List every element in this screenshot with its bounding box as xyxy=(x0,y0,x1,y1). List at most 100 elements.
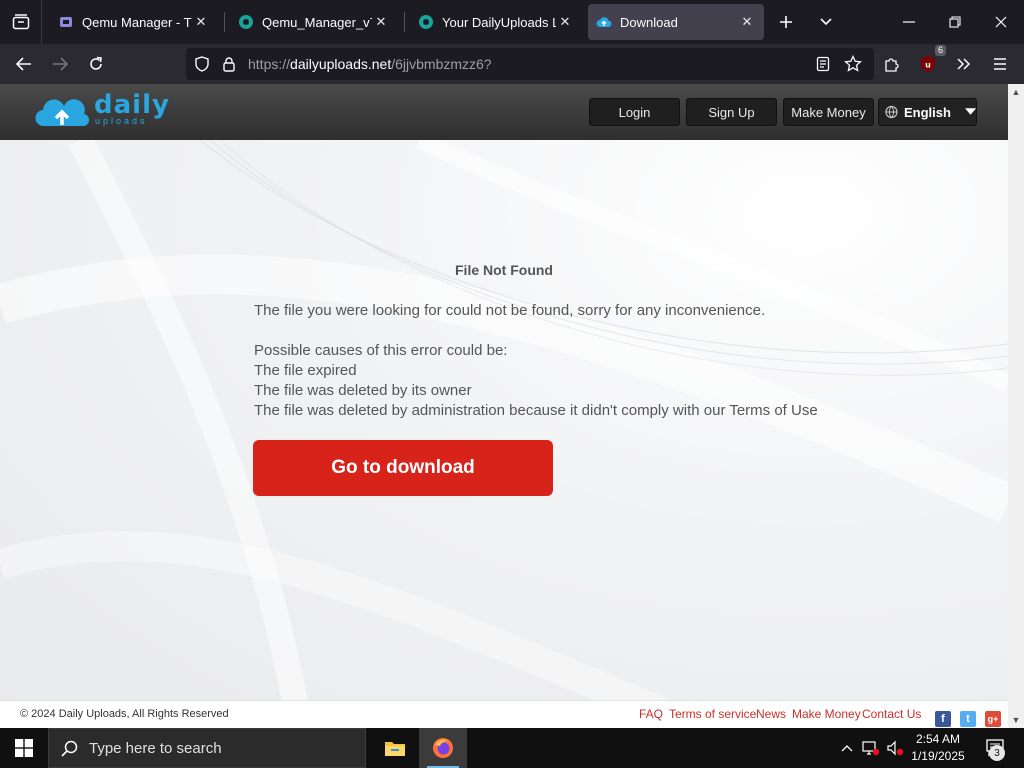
puzzle-piece-icon xyxy=(885,58,899,72)
close-tab-icon[interactable]: ✕ xyxy=(738,14,756,30)
gear-icon xyxy=(238,14,254,30)
reader-view-icon[interactable] xyxy=(816,56,830,77)
tab-list-button[interactable] xyxy=(0,0,42,44)
web-page: daily uploads Login Sign Up Make Money E… xyxy=(0,84,1008,728)
firefox-icon xyxy=(433,738,453,758)
facebook-icon[interactable]: f xyxy=(935,711,951,727)
url-text[interactable]: https://dailyuploads.net/6jjvbmbzmzz6? xyxy=(248,56,492,72)
plus-icon xyxy=(780,16,792,28)
network-disconnected-icon xyxy=(862,741,880,756)
dailyuploads-logo[interactable]: daily uploads xyxy=(34,90,169,130)
reload-icon xyxy=(90,56,102,70)
folder-icon xyxy=(385,742,405,756)
close-tab-icon[interactable]: ✕ xyxy=(372,14,390,30)
app-menu-button[interactable] xyxy=(984,48,1016,80)
lock-icon[interactable] xyxy=(222,56,236,77)
logo-subtext: uploads xyxy=(95,116,148,126)
language-label: English xyxy=(903,104,951,120)
globe-icon xyxy=(885,105,898,119)
extensions-button[interactable] xyxy=(876,48,908,80)
taskbar-firefox[interactable] xyxy=(419,728,467,768)
system-clock[interactable]: 2:54 AM 1/19/2025 xyxy=(906,731,970,765)
hamburger-menu-icon xyxy=(994,58,1006,70)
url-path: /6jjvbmbzmzz6? xyxy=(391,56,492,72)
volume-tray-button[interactable] xyxy=(884,728,906,768)
search-placeholder: Type here to search xyxy=(89,740,222,757)
make-money-button[interactable]: Make Money xyxy=(783,98,874,126)
volume-muted-icon xyxy=(887,740,904,756)
show-hidden-icons-button[interactable] xyxy=(838,728,856,768)
twitter-icon[interactable]: t xyxy=(960,711,976,727)
gear-icon xyxy=(418,14,434,30)
error-message: The file you were looking for could not … xyxy=(254,302,766,319)
double-chevron-right-icon xyxy=(957,58,971,70)
tab-qemu-zip[interactable]: Qemu_Manager_v7.0.zi ✕ xyxy=(230,4,398,40)
language-selector[interactable]: English xyxy=(878,98,977,126)
url-scheme: https:// xyxy=(248,56,291,72)
start-button[interactable] xyxy=(0,728,48,768)
close-icon xyxy=(995,16,1007,28)
footer-link-faq[interactable]: FAQ xyxy=(639,707,663,721)
restore-button[interactable] xyxy=(937,0,973,44)
arrow-right-icon xyxy=(53,57,68,71)
scroll-down-arrow-icon[interactable]: ▼ xyxy=(1008,712,1024,728)
cloud-icon xyxy=(596,14,612,30)
new-tab-button[interactable] xyxy=(768,0,804,44)
svg-text:u: u xyxy=(925,61,931,70)
tab-title: Qemu_Manager_v7.0.zi xyxy=(262,14,372,30)
footer-link-news[interactable]: News xyxy=(756,707,786,721)
footer-link-contact[interactable]: Contact Us xyxy=(862,707,921,721)
login-button[interactable]: Login xyxy=(589,98,680,126)
taskbar-file-explorer[interactable] xyxy=(371,728,419,768)
url-host: dailyuploads.net xyxy=(290,56,392,72)
network-tray-button[interactable] xyxy=(860,728,882,768)
reload-button[interactable] xyxy=(80,48,112,80)
tab-dailyuploads-link[interactable]: Your DailyUploads Link ✕ xyxy=(410,4,582,40)
tab-qemu-manager[interactable]: Qemu Manager - The F ✕ xyxy=(50,4,218,40)
chevron-down-icon xyxy=(820,18,832,26)
notification-count-badge: 3 xyxy=(989,745,1005,761)
action-center-button[interactable]: 3 xyxy=(976,728,1016,768)
signup-button[interactable]: Sign Up xyxy=(686,98,777,126)
taskbar-search-box[interactable]: Type here to search xyxy=(48,728,366,768)
scroll-up-arrow-icon[interactable]: ▲ xyxy=(1008,84,1024,100)
page-scrollbar[interactable]: ▲ ▼ xyxy=(1008,84,1024,728)
cause-item: The file was deleted by administration b… xyxy=(254,402,818,419)
ublock-origin-button[interactable]: u 6 xyxy=(912,45,946,80)
go-to-download-button[interactable]: Go to download xyxy=(253,440,553,496)
google-plus-icon[interactable]: g+ xyxy=(985,711,1001,727)
minimize-icon xyxy=(903,21,915,23)
tab-list-icon xyxy=(12,14,29,30)
tab-title: Your DailyUploads Link xyxy=(442,14,556,30)
ublock-shield-icon: u xyxy=(921,56,935,72)
browser-tab-strip: Qemu Manager - The F ✕ Qemu_Manager_v7.0… xyxy=(0,0,1024,44)
shield-icon[interactable] xyxy=(194,56,210,77)
restore-icon xyxy=(949,16,961,28)
minimize-button[interactable] xyxy=(891,0,927,44)
copyright-text: © 2024 Daily Uploads, All Rights Reserve… xyxy=(20,708,229,720)
error-title: File Not Found xyxy=(455,262,553,278)
more-tools-button[interactable] xyxy=(948,48,980,80)
close-window-button[interactable] xyxy=(983,0,1019,44)
bookmark-star-icon[interactable] xyxy=(844,54,862,78)
footer-link-terms[interactable]: Terms of service xyxy=(669,707,756,721)
tab-download[interactable]: Download ✕ xyxy=(588,4,764,40)
tab-title: Download xyxy=(620,14,678,30)
address-bar[interactable]: https://dailyuploads.net/6jjvbmbzmzz6? xyxy=(186,48,874,80)
causes-heading: Possible causes of this error could be: xyxy=(254,342,508,359)
close-tab-icon[interactable]: ✕ xyxy=(556,14,574,30)
footer-link-make-money[interactable]: Make Money xyxy=(792,707,861,721)
list-all-tabs-button[interactable] xyxy=(808,0,844,44)
forward-button[interactable] xyxy=(44,48,76,80)
puzzle-icon xyxy=(58,14,74,30)
tab-title: Qemu Manager - The F xyxy=(82,14,192,30)
chevron-up-icon xyxy=(841,745,853,752)
windows-taskbar: Type here to search 2:54 AM 1/19/2025 3 xyxy=(0,728,1024,768)
windows-logo-icon xyxy=(15,739,33,757)
arrow-left-icon xyxy=(16,57,31,71)
close-tab-icon[interactable]: ✕ xyxy=(192,14,210,30)
blocked-count-badge: 6 xyxy=(934,45,946,56)
cause-item: The file was deleted by its owner xyxy=(254,382,472,399)
back-button[interactable] xyxy=(8,48,40,80)
search-icon xyxy=(61,740,78,757)
